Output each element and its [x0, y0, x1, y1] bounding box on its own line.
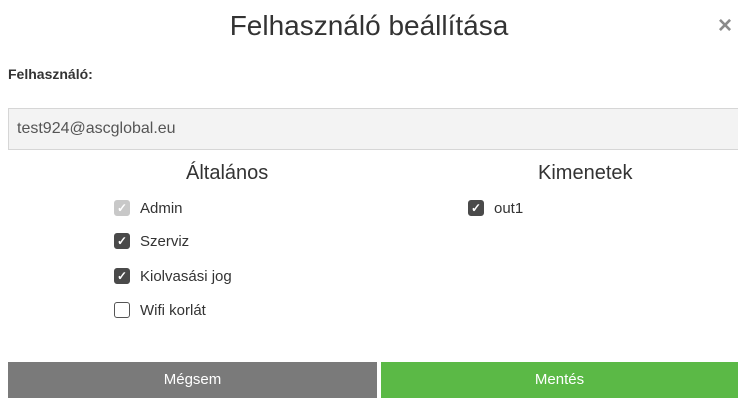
- checkbox-checked-disabled-icon: ✓: [114, 200, 130, 216]
- checkbox-kiolvasasi-jog[interactable]: ✓ Kiolvasási jog: [114, 266, 232, 286]
- checkbox-label: out1: [494, 199, 524, 217]
- checkbox-checked-icon[interactable]: ✓: [468, 200, 484, 216]
- checkbox-checked-icon[interactable]: ✓: [114, 268, 130, 284]
- dialog-title: Felhasználó beállítása: [229, 10, 509, 41]
- checkbox-out1[interactable]: ✓ out1: [468, 198, 523, 218]
- checkbox-unchecked-icon[interactable]: [114, 302, 130, 318]
- checkbox-label: Admin: [140, 199, 183, 217]
- checkbox-label: Szerviz: [140, 232, 190, 250]
- general-heading: Általános: [186, 162, 269, 184]
- user-label: Felhasználó:: [8, 66, 93, 82]
- checkbox-szerviz[interactable]: ✓ Szerviz: [114, 231, 189, 251]
- cancel-button[interactable]: Mégsem: [8, 362, 377, 398]
- checkbox-admin: ✓ Admin: [114, 198, 183, 218]
- checkbox-label: Wifi korlát: [140, 301, 206, 319]
- close-icon[interactable]: ×: [718, 12, 732, 40]
- checkbox-label: Kiolvasási jog: [140, 267, 232, 285]
- checkbox-wifi-korlat[interactable]: Wifi korlát: [114, 300, 206, 320]
- user-email-field[interactable]: [8, 108, 738, 150]
- outputs-heading: Kimenetek: [538, 162, 633, 184]
- checkbox-checked-icon[interactable]: ✓: [114, 233, 130, 249]
- save-button[interactable]: Mentés: [381, 362, 738, 398]
